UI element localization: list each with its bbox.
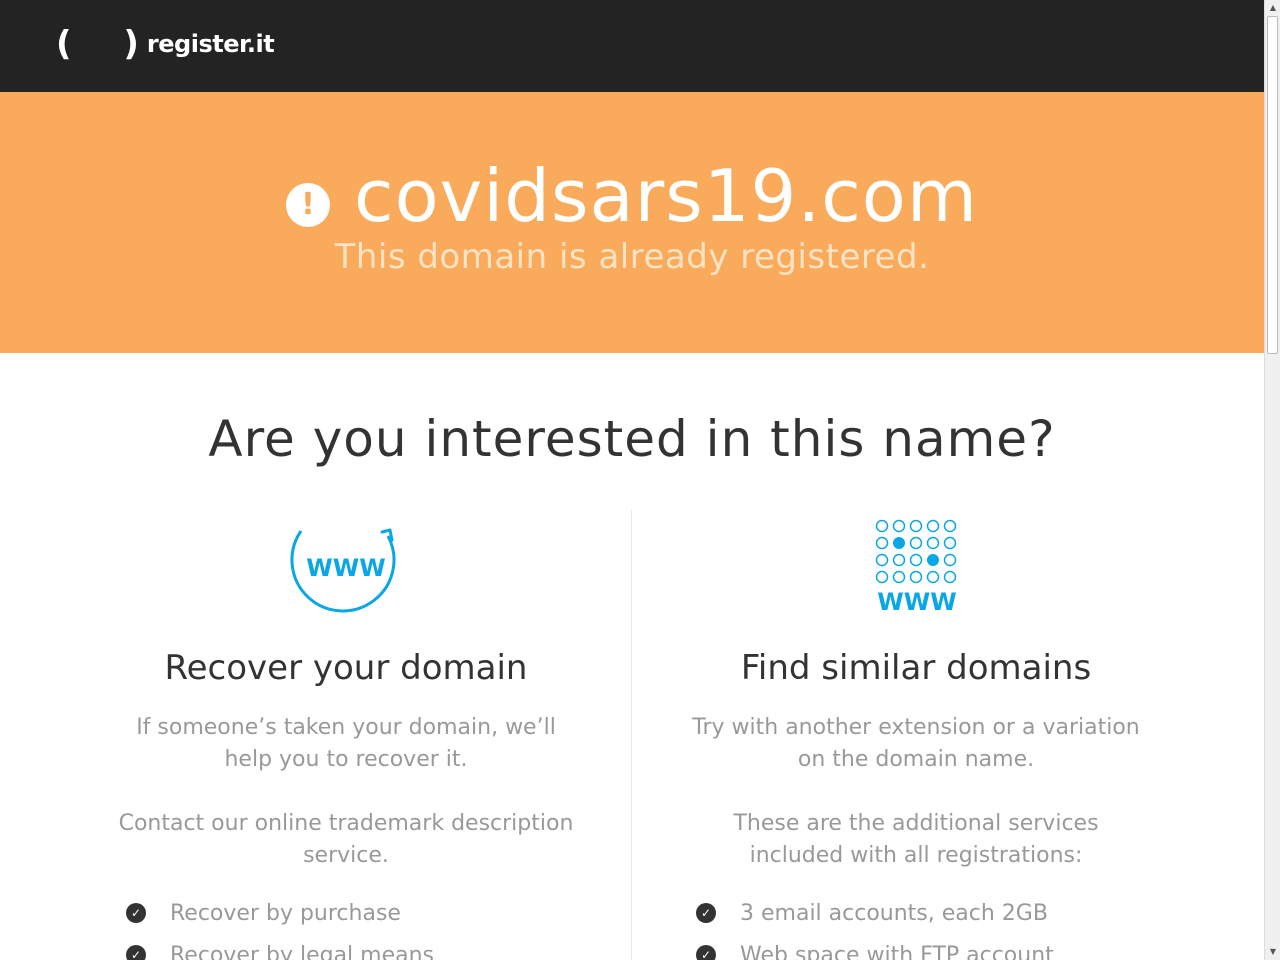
column-divider <box>631 510 632 960</box>
exclamation-circle-icon: ! <box>286 183 330 227</box>
recover-domain-text: If someone’s taken your domain, we’ll he… <box>136 715 556 772</box>
check-circle-icon: ✓ <box>696 945 716 960</box>
similar-domains-title: Find similar domains <box>740 648 1092 688</box>
www-dot-grid-svg: WWW <box>875 519 957 616</box>
domain-status-text: This domain is already registered. <box>334 237 930 277</box>
www-refresh-icon: WWW <box>86 510 606 620</box>
list-item-label: 3 email accounts, each 2GB <box>740 900 1048 926</box>
www-label: WWW <box>306 554 385 582</box>
additional-services-text: These are the additional services includ… <box>733 811 1099 868</box>
recover-options-list: ✓ Recover by purchase ✓ Recover by legal… <box>86 892 606 960</box>
list-item-label: Web space with FTP account <box>740 942 1054 960</box>
recover-domain-title: Recover your domain <box>164 648 528 688</box>
domain-name: covidsars19.com <box>354 154 978 238</box>
list-item-label: Recover by legal means <box>170 942 435 960</box>
hero-banner: ! covidsars19.com This domain is already… <box>0 92 1264 353</box>
list-item: ✓ Web space with FTP account <box>696 934 1176 960</box>
top-bar: ( ) register.it <box>0 0 1264 92</box>
interest-question-heading: Are you interested in this name? <box>208 410 1056 468</box>
exclamation-glyph: ! <box>301 187 315 222</box>
www-refresh-svg: WWW <box>290 528 396 613</box>
check-circle-icon: ✓ <box>126 903 146 923</box>
check-circle-icon: ✓ <box>126 945 146 960</box>
services-list: ✓ 3 email accounts, each 2GB ✓ Web space… <box>656 892 1176 960</box>
logo-text: register.it <box>146 30 275 58</box>
www-dot-grid-icon: WWW <box>656 510 1176 620</box>
www-label: WWW <box>877 588 956 616</box>
page: ( ) register.it ! covidsars19.com This d… <box>0 0 1264 960</box>
list-item: ✓ Recover by purchase <box>126 892 606 934</box>
list-item-label: Recover by purchase <box>170 900 401 926</box>
list-item: ✓ Recover by legal means <box>126 934 606 960</box>
scroll-up-arrow-icon[interactable]: ▲ <box>1266 1 1280 15</box>
similar-domains-text: Try with another extension or a variatio… <box>692 715 1140 772</box>
similar-domains-column: WWW Find similar domains Try with anothe… <box>656 510 1176 960</box>
trademark-service-text: Contact our online trademark description… <box>118 811 574 868</box>
recover-domain-column: WWW Recover your domain If someone’s tak… <box>86 510 606 960</box>
list-item: ✓ 3 email accounts, each 2GB <box>696 892 1176 934</box>
hero-domain-row: ! covidsars19.com <box>0 154 1264 238</box>
check-circle-icon: ✓ <box>696 903 716 923</box>
scroll-down-arrow-icon[interactable]: ▼ <box>1266 945 1280 959</box>
register-it-logo[interactable]: ( ) register.it <box>56 24 275 64</box>
vertical-scrollbar[interactable]: ▲ ▼ <box>1264 0 1280 960</box>
logo-parens: ( ) <box>56 24 159 64</box>
scrollbar-thumb[interactable] <box>1267 16 1278 354</box>
